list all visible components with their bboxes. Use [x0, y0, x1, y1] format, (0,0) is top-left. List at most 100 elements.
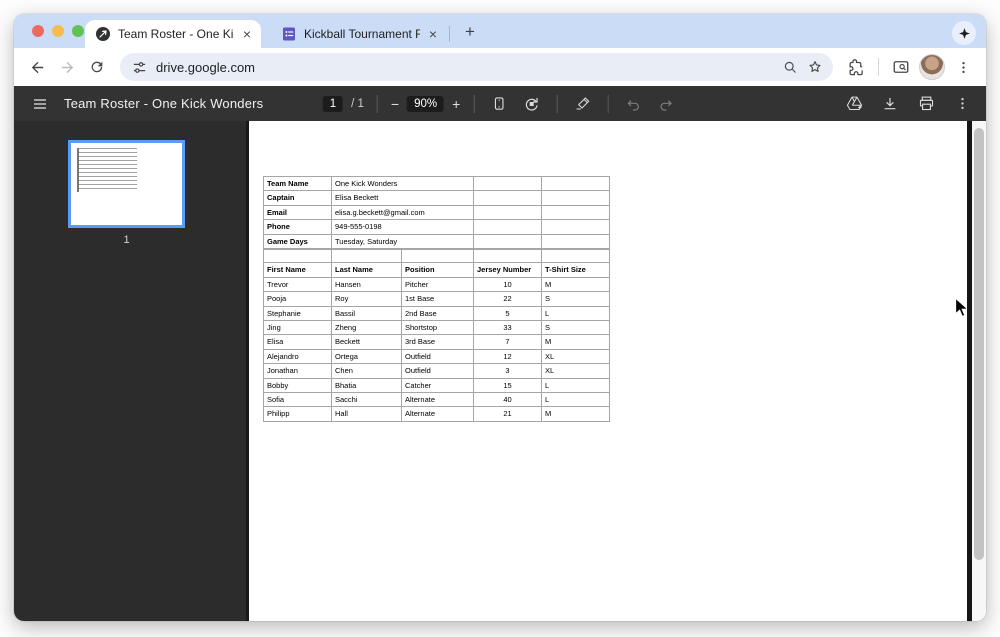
- sheet-cell: Jing: [264, 321, 332, 335]
- sheet-cell: [542, 177, 610, 191]
- sheet-cell: [542, 220, 610, 234]
- viewer-menu-icon[interactable]: [28, 92, 52, 116]
- fullscreen-window-button[interactable]: [72, 25, 84, 37]
- sheet-cell: [474, 205, 542, 219]
- viewer-content: 1 Team NameOne Kick WondersCaptainElisa …: [14, 121, 986, 621]
- viewer-actions: [842, 92, 974, 116]
- sheet-cell: M: [542, 335, 610, 349]
- sheet-cell: [542, 205, 610, 219]
- new-tab-button[interactable]: +: [458, 20, 482, 44]
- sheet-cell: Bhatia: [332, 378, 402, 392]
- page-count-label: / 1: [351, 98, 364, 110]
- roster-row: SofiaSacchiAlternate40L: [264, 393, 610, 407]
- info-row: Game DaysTuesday, Saturday: [264, 234, 610, 248]
- sheet-cell: elisa.g.beckett@gmail.com: [332, 205, 474, 219]
- sheet-cell: Sofia: [264, 393, 332, 407]
- extensions-button[interactable]: [843, 54, 869, 80]
- screen: Team Roster - One Kick Wond × Kickball T…: [0, 0, 1000, 637]
- window-controls: [32, 25, 84, 37]
- sheet-cell: 12: [474, 349, 542, 363]
- sparkle-icon: [958, 27, 971, 40]
- info-row: CaptainElisa Beckett: [264, 191, 610, 205]
- roster-row: AlejandroOrtegaOutfield12XL: [264, 349, 610, 363]
- back-button[interactable]: [24, 54, 50, 80]
- info-table: Team NameOne Kick WondersCaptainElisa Be…: [263, 176, 610, 249]
- sheet-cell: M: [542, 407, 610, 421]
- sheet-cell: Trevor: [264, 277, 332, 291]
- sheet-cell: 10: [474, 277, 542, 291]
- minimize-window-button[interactable]: [52, 25, 64, 37]
- sheet-cell: L: [542, 393, 610, 407]
- zoom-in-button[interactable]: +: [452, 96, 460, 112]
- sheet-cell: 3rd Base: [402, 335, 474, 349]
- address-bar[interactable]: drive.google.com: [120, 53, 833, 81]
- tab-divider: [449, 26, 450, 42]
- tab-close-icon[interactable]: ×: [427, 27, 439, 41]
- sheet-cell: Philipp: [264, 407, 332, 421]
- zoom-indicator-icon[interactable]: [783, 60, 798, 75]
- viewer-divider: [377, 95, 378, 113]
- reload-button[interactable]: [84, 54, 110, 80]
- site-settings-icon[interactable]: [132, 60, 147, 75]
- tab-kickball-registration[interactable]: Kickball Tournament Registra ×: [271, 20, 447, 48]
- page-number-input[interactable]: 1: [323, 96, 343, 112]
- zoom-out-button[interactable]: −: [391, 96, 399, 112]
- tab-title: Kickball Tournament Registra: [304, 27, 420, 41]
- tab-search-button[interactable]: [952, 21, 976, 45]
- side-panel-search-button[interactable]: [888, 54, 914, 80]
- viewer-divider: [556, 95, 557, 113]
- vertical-scrollbar[interactable]: [972, 121, 986, 621]
- doc-viewer-toolbar: Team Roster - One Kick Wonders 1 / 1 − 9…: [14, 86, 986, 121]
- sheet-cell: 15: [474, 378, 542, 392]
- undo-button[interactable]: [621, 92, 645, 116]
- viewer-divider: [473, 95, 474, 113]
- roster-header-row: First NameLast NamePositionJersey Number…: [264, 263, 610, 277]
- empty-row: [264, 250, 610, 263]
- print-button[interactable]: [914, 92, 938, 116]
- bookmark-star-icon[interactable]: [807, 59, 823, 75]
- tab-team-roster[interactable]: Team Roster - One Kick Wond ×: [85, 20, 261, 48]
- sheet-cell: Pooja: [264, 292, 332, 306]
- zoom-level-input[interactable]: 90%: [407, 96, 444, 112]
- sheet-cell: L: [542, 378, 610, 392]
- roster-row: JingZhengShortstop33S: [264, 321, 610, 335]
- thumbnail-preview-line: [77, 148, 79, 192]
- roster-row: PhilippHallAlternate21M: [264, 407, 610, 421]
- annotate-button[interactable]: [570, 92, 594, 116]
- sheet-cell: Captain: [264, 191, 332, 205]
- fit-page-button[interactable]: [487, 92, 511, 116]
- sheet-cell: Outfield: [402, 349, 474, 363]
- sheet-cell: XL: [542, 349, 610, 363]
- roster-table: First NameLast NamePositionJersey Number…: [263, 249, 610, 422]
- forward-button[interactable]: [54, 54, 80, 80]
- document-page: Team NameOne Kick WondersCaptainElisa Be…: [249, 121, 967, 621]
- sheet-cell: M: [542, 277, 610, 291]
- sheet-cell: Team Name: [264, 177, 332, 191]
- sheet-cell: 2nd Base: [402, 306, 474, 320]
- url-text[interactable]: drive.google.com: [156, 60, 774, 75]
- tab-close-icon[interactable]: ×: [241, 27, 253, 41]
- sheet-cell: 3: [474, 364, 542, 378]
- sheet-cell: Ortega: [332, 349, 402, 363]
- redo-button[interactable]: [653, 92, 677, 116]
- download-button[interactable]: [878, 92, 902, 116]
- sheet-cell: XL: [542, 364, 610, 378]
- sheet-cell: Bassil: [332, 306, 402, 320]
- sheet-cell: 5: [474, 306, 542, 320]
- rotate-page-button[interactable]: [519, 92, 543, 116]
- sheet-cell: 949-555-0198: [332, 220, 474, 234]
- add-to-drive-button[interactable]: [842, 92, 866, 116]
- profile-avatar[interactable]: [919, 54, 945, 80]
- scrollbar-thumb[interactable]: [974, 128, 984, 560]
- sheet-cell: [474, 250, 542, 263]
- sheet-cell: [264, 250, 332, 263]
- close-window-button[interactable]: [32, 25, 44, 37]
- viewer-more-button[interactable]: [950, 92, 974, 116]
- roster-row: PoojaRoy1st Base22S: [264, 292, 610, 306]
- browser-toolbar: drive.google.com: [14, 48, 986, 86]
- sheet-cell: Pitcher: [402, 277, 474, 291]
- browser-menu-button[interactable]: [950, 54, 976, 80]
- page-thumbnail[interactable]: [68, 140, 185, 228]
- sheet-cell: [474, 177, 542, 191]
- thumbnail-sidebar: 1: [14, 121, 246, 621]
